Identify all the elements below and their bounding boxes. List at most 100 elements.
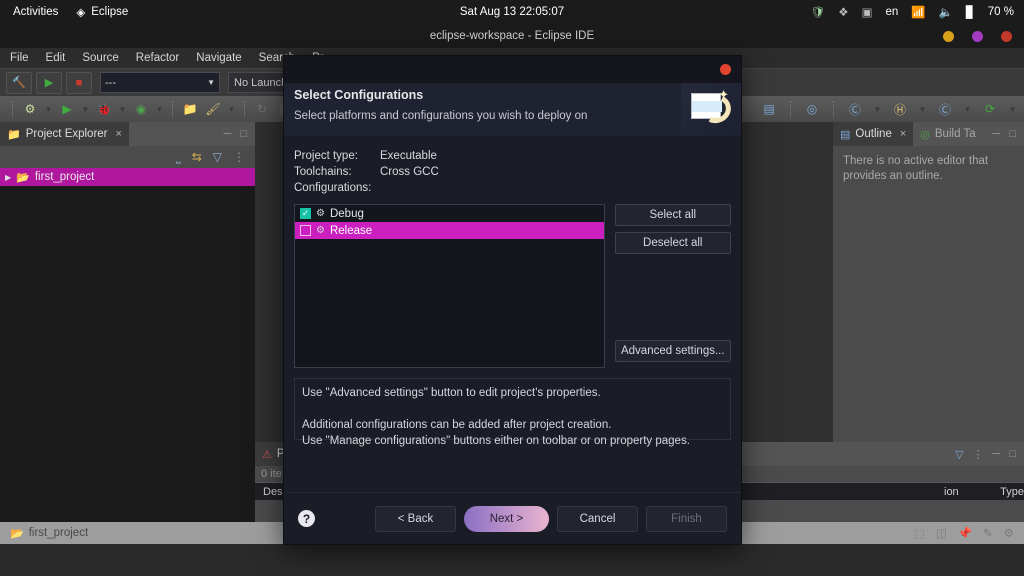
- gnome-left-group: Activities ◈ Eclipse: [0, 5, 128, 19]
- chevron-down-icon[interactable]: ▼: [1007, 99, 1018, 119]
- maximize-button[interactable]: [972, 30, 983, 42]
- profile-icon[interactable]: ◉: [131, 99, 151, 119]
- next-button[interactable]: Next >: [464, 505, 549, 532]
- checkbox-release[interactable]: [300, 225, 311, 236]
- toolbar-separator: [244, 101, 245, 117]
- menu-source[interactable]: Source: [82, 52, 118, 64]
- close-icon[interactable]: ×: [116, 128, 122, 140]
- pin-icon[interactable]: 📌: [958, 526, 972, 540]
- new-c-class-icon[interactable]: Ⓒ: [845, 99, 865, 119]
- outline-content: There is no active editor that provides …: [833, 146, 1024, 442]
- new-header-icon[interactable]: Ⓗ: [890, 99, 910, 119]
- advanced-settings-button[interactable]: Advanced settings...: [614, 340, 731, 362]
- tabbar-spacer: [128, 122, 216, 146]
- minimize-icon[interactable]: ─: [224, 128, 232, 140]
- config-row-debug[interactable]: ✓ ⚙ Debug: [295, 205, 604, 222]
- device-icon[interactable]: ▣: [862, 5, 873, 19]
- minimize-icon[interactable]: ─: [993, 128, 1001, 140]
- tab-label: Project Explorer: [25, 128, 108, 140]
- volume-icon[interactable]: 🔈: [939, 5, 953, 19]
- run-icon[interactable]: ▶: [57, 99, 77, 119]
- dialog-titlebar: [284, 56, 741, 83]
- launch-mode-combo[interactable]: --- ▼: [100, 72, 220, 93]
- activities-button[interactable]: Activities: [13, 6, 58, 18]
- menu-navigate[interactable]: Navigate: [196, 52, 241, 64]
- help-icon[interactable]: ?: [298, 510, 315, 527]
- maximize-icon[interactable]: □: [1009, 128, 1016, 140]
- chevron-down-icon[interactable]: ▼: [872, 99, 883, 119]
- back-button[interactable]: < Back: [375, 505, 456, 532]
- smart-insert-icon[interactable]: ⬚: [914, 526, 925, 540]
- window-title-bar: eclipse-workspace - Eclipse IDE: [0, 24, 1024, 48]
- open-resource-icon[interactable]: 📁: [180, 99, 200, 119]
- tree-item-first-project[interactable]: ▶ 📂 first_project: [0, 168, 255, 186]
- tab-build-targets[interactable]: ◎ Build Ta: [913, 122, 983, 146]
- minimize-button[interactable]: [943, 30, 954, 42]
- view-menu-icon[interactable]: ⋮: [973, 448, 984, 461]
- collapse-all-icon[interactable]: ⎵: [176, 150, 181, 165]
- configurations-list[interactable]: ✓ ⚙ Debug ⚙ Release: [294, 204, 605, 368]
- menu-edit[interactable]: Edit: [46, 52, 66, 64]
- maximize-icon[interactable]: □: [1009, 448, 1016, 460]
- paintbrush-icon[interactable]: 🖌: [203, 99, 223, 119]
- link-with-editor-icon[interactable]: ⇆: [192, 150, 202, 164]
- console-icon[interactable]: ▤: [759, 99, 779, 119]
- column-type[interactable]: Type: [992, 486, 1024, 498]
- tab-project-explorer[interactable]: 📁 Project Explorer ×: [0, 122, 129, 146]
- build-targets-icon: ◎: [920, 128, 930, 141]
- column-location[interactable]: ion: [936, 486, 992, 498]
- stop-icon[interactable]: ■: [66, 71, 92, 94]
- close-icon[interactable]: ×: [900, 128, 906, 140]
- refresh-icon[interactable]: ↻: [252, 99, 272, 119]
- chevron-down-icon[interactable]: ▼: [43, 99, 54, 119]
- new-source-icon[interactable]: Ⓒ: [935, 99, 955, 119]
- chevron-down-icon[interactable]: ▼: [226, 99, 237, 119]
- project-explorer-icon: 📁: [7, 128, 21, 141]
- active-app-indicator[interactable]: ◈ Eclipse: [76, 5, 128, 19]
- tree-item-label: first_project: [34, 171, 95, 183]
- close-button[interactable]: [1001, 30, 1012, 42]
- select-all-button[interactable]: Select all: [614, 204, 731, 226]
- info-key: Toolchains:: [294, 166, 352, 178]
- wifi-icon[interactable]: 📶: [911, 5, 925, 19]
- settings-icon[interactable]: ⚙: [1004, 526, 1014, 540]
- memory-icon[interactable]: ◫: [936, 526, 947, 540]
- menu-file[interactable]: File: [10, 52, 29, 64]
- view-menu-icon[interactable]: ⋮: [233, 150, 245, 164]
- chevron-down-icon[interactable]: ▼: [917, 99, 928, 119]
- cancel-button[interactable]: Cancel: [557, 505, 638, 532]
- new-c-project-icon[interactable]: ⚙: [20, 99, 40, 119]
- problems-toolbar: ▽ ⋮ ─ □: [947, 442, 1024, 466]
- screen: Activities ◈ Eclipse Sat Aug 13 22:05:07…: [0, 0, 1024, 576]
- problems-filter-icon[interactable]: ▽: [955, 448, 963, 461]
- run-icon[interactable]: ▶: [36, 71, 62, 94]
- minimize-icon[interactable]: ─: [993, 448, 1001, 460]
- tab-outline[interactable]: ▤ Outline ×: [833, 122, 914, 146]
- sparkle-icon: ✦: [718, 87, 729, 102]
- deselect-all-button[interactable]: Deselect all: [614, 232, 731, 254]
- maximize-icon[interactable]: □: [240, 128, 247, 140]
- chevron-down-icon[interactable]: ▼: [117, 99, 128, 119]
- chevron-down-icon[interactable]: ▼: [154, 99, 165, 119]
- keyboard-language-indicator[interactable]: en: [885, 6, 898, 18]
- wizard-banner-icon: ✦: [681, 83, 741, 136]
- search-target-icon[interactable]: ◎: [802, 99, 822, 119]
- hammer-icon[interactable]: 🔨: [6, 71, 32, 94]
- dropbox-icon[interactable]: ❖: [838, 5, 848, 19]
- expander-icon[interactable]: ▶: [5, 173, 11, 182]
- status-project-label: first_project: [28, 527, 89, 539]
- dialog-close-button[interactable]: [720, 64, 731, 75]
- debug-icon[interactable]: 🐞: [94, 99, 114, 119]
- view-filter-icon[interactable]: ▽: [213, 150, 222, 164]
- menu-refactor[interactable]: Refactor: [136, 52, 179, 64]
- chevron-down-icon[interactable]: ▼: [80, 99, 91, 119]
- info-row-project-type: Project type: Executable: [294, 148, 731, 164]
- refresh-green-icon[interactable]: ⟳: [980, 99, 1000, 119]
- pencil-icon[interactable]: ✎: [983, 526, 993, 540]
- view-window-controls: ─ □: [215, 122, 255, 146]
- config-row-release[interactable]: ⚙ Release: [295, 222, 604, 239]
- shield-icon[interactable]: 🛡: [811, 5, 826, 19]
- chevron-down-icon[interactable]: ▼: [962, 99, 973, 119]
- battery-icon[interactable]: ▊: [966, 5, 975, 19]
- checkbox-debug[interactable]: ✓: [300, 208, 311, 219]
